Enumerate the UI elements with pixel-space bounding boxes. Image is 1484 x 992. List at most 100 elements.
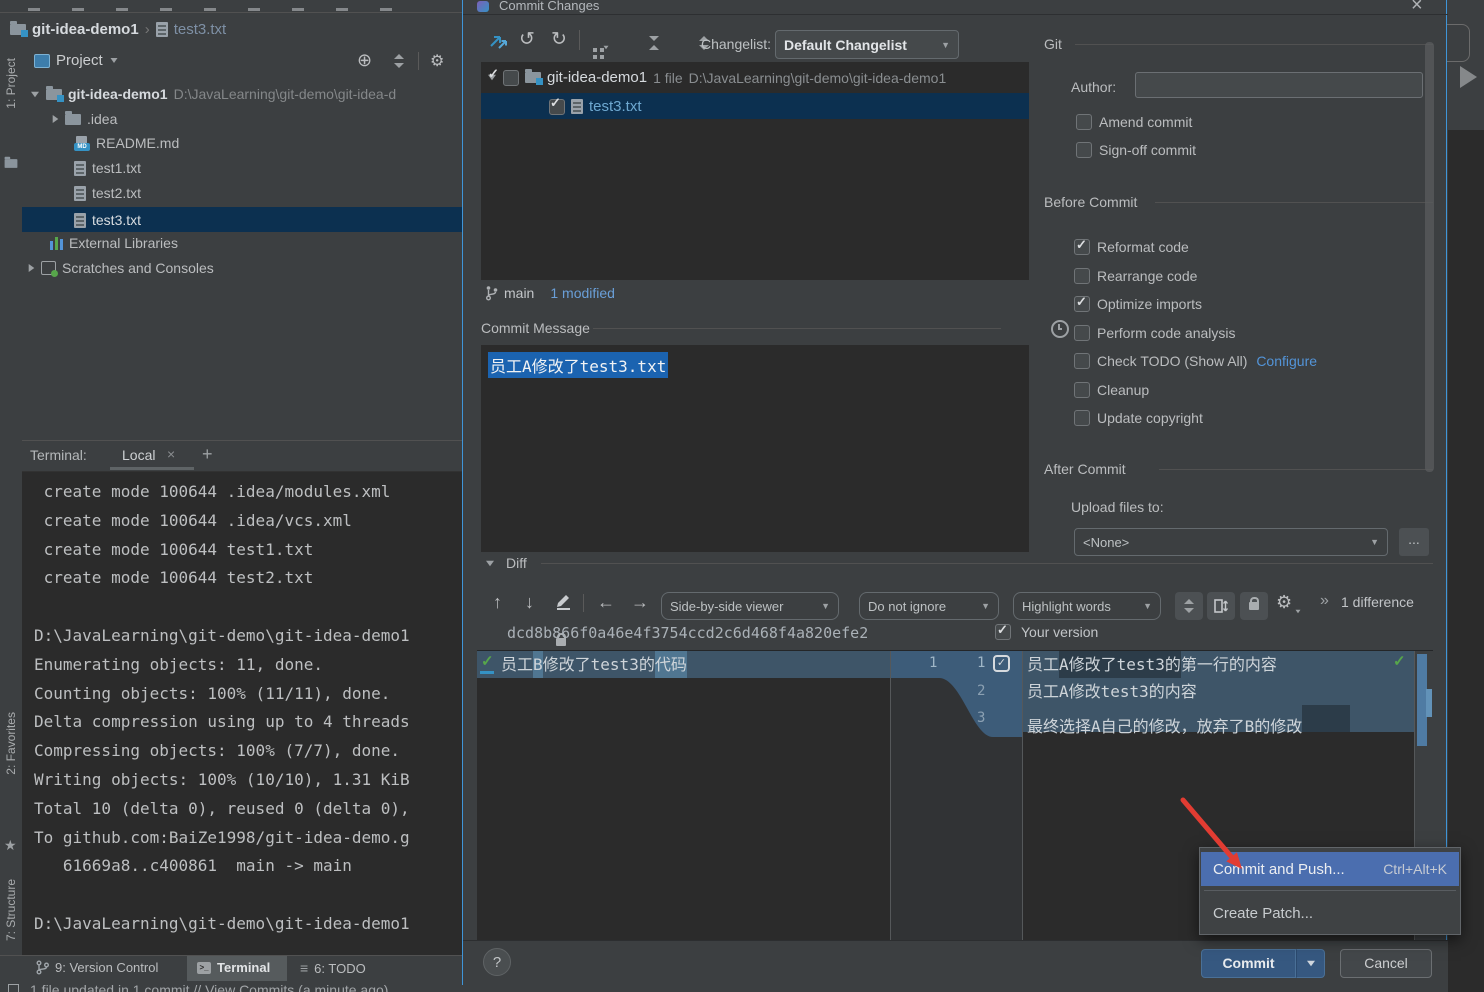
diff-settings-gear-icon[interactable]: ⚙ bbox=[1276, 592, 1292, 613]
folder-icon bbox=[65, 114, 81, 125]
rearrange-code-checkbox[interactable] bbox=[1074, 268, 1090, 284]
tree-row-root[interactable]: git-idea-demo1 D:\JavaLearning\git-demo\… bbox=[30, 86, 396, 102]
terminal-icon: >_ bbox=[197, 962, 211, 974]
new-terminal-tab-icon[interactable]: + bbox=[202, 444, 213, 465]
commit-button[interactable]: Commit bbox=[1201, 949, 1296, 978]
more-chevrons[interactable]: » bbox=[1320, 592, 1329, 610]
tree-row-idea[interactable]: .idea bbox=[52, 111, 117, 127]
signoff-commit-checkbox[interactable] bbox=[1076, 142, 1092, 158]
gear-caret-icon bbox=[1296, 610, 1301, 614]
your-version-checkbox[interactable] bbox=[995, 624, 1011, 640]
configure-link[interactable]: Configure bbox=[1256, 353, 1317, 369]
tree-row-scratches[interactable]: Scratches and Consoles bbox=[28, 260, 214, 276]
code-analysis-checkbox[interactable] bbox=[1074, 325, 1090, 341]
help-button[interactable]: ? bbox=[483, 948, 511, 976]
terminal-tab-local[interactable]: Local bbox=[122, 447, 155, 463]
modified-count-link[interactable]: 1 modified bbox=[550, 285, 615, 301]
synchronize-scrolling-button[interactable] bbox=[1207, 592, 1235, 620]
branch-name: main bbox=[504, 285, 534, 301]
disable-editing-button[interactable] bbox=[1240, 592, 1268, 620]
breadcrumb-project[interactable]: git-idea-demo1 bbox=[32, 21, 139, 38]
diff-collapse-icon[interactable] bbox=[486, 561, 494, 567]
collapsed-icon[interactable] bbox=[29, 264, 35, 272]
code-analysis-label: Perform code analysis bbox=[1097, 325, 1236, 341]
locate-icon[interactable]: ⊕ bbox=[357, 50, 372, 71]
menu-item-create-patch[interactable]: Create Patch... bbox=[1201, 896, 1459, 930]
chevron-down-icon[interactable] bbox=[110, 58, 117, 63]
chevron-down-icon: ▼ bbox=[813, 601, 830, 611]
diff-header: Diff bbox=[506, 555, 527, 571]
tree-row-test3-selected[interactable]: test3.txt bbox=[22, 207, 462, 232]
highlight-mode-dropdown[interactable]: Highlight words▼ bbox=[1013, 592, 1161, 620]
dialog-scrollbar[interactable] bbox=[1425, 42, 1434, 472]
stripe-favorites[interactable]: 2: Favorites bbox=[4, 712, 18, 775]
amend-commit-checkbox[interactable] bbox=[1076, 114, 1092, 130]
file-icon bbox=[156, 22, 168, 37]
include-change-checkbox[interactable]: ✓ bbox=[993, 655, 1010, 672]
viewer-mode-dropdown[interactable]: Side-by-side viewer▼ bbox=[661, 592, 839, 620]
tree-row-test2[interactable]: test2.txt bbox=[74, 185, 141, 201]
next-change-icon[interactable]: → bbox=[631, 592, 649, 613]
rollback-icon[interactable]: ↺ bbox=[519, 28, 535, 51]
stripe-structure[interactable]: 7: Structure bbox=[4, 879, 18, 941]
collapse-all-icon[interactable] bbox=[392, 54, 406, 68]
author-input[interactable] bbox=[1135, 72, 1423, 98]
dialog-bottom-bar: ? Commit Cancel bbox=[463, 940, 1448, 986]
root-checkbox[interactable] bbox=[503, 70, 519, 86]
cancel-button[interactable]: Cancel bbox=[1340, 949, 1432, 978]
ignore-policy-dropdown[interactable]: Do not ignore▼ bbox=[859, 592, 999, 620]
expanded-icon[interactable] bbox=[31, 91, 39, 97]
dialog-icon bbox=[477, 1, 489, 12]
history-clock-icon[interactable] bbox=[1051, 320, 1069, 338]
tab-terminal[interactable]: >_ Terminal bbox=[187, 956, 287, 982]
prev-change-icon[interactable]: ← bbox=[597, 592, 615, 613]
dialog-title: Commit Changes bbox=[499, 0, 599, 13]
git-branch-icon bbox=[36, 960, 49, 975]
breadcrumb-file[interactable]: test3.txt bbox=[174, 21, 227, 38]
diff-left-pane[interactable]: ✓ 员工B修改了test3的代码 bbox=[477, 651, 890, 941]
next-difference-icon[interactable]: ↓ bbox=[525, 592, 534, 613]
tree-row-external-libraries[interactable]: External Libraries bbox=[50, 235, 178, 251]
expand-all-icon[interactable] bbox=[647, 36, 661, 50]
group-by-icon[interactable] bbox=[593, 48, 597, 52]
tab-todo[interactable]: ≡ 6: TODO bbox=[300, 960, 366, 976]
project-view-title[interactable]: Project bbox=[56, 52, 103, 69]
edit-source-icon[interactable] bbox=[555, 590, 573, 610]
ide-screen: git-idea-demo1 › test3.txt 1: Project 2:… bbox=[0, 0, 1484, 992]
commit-icon[interactable] bbox=[487, 30, 509, 52]
upload-files-dropdown[interactable]: <None> ▼ bbox=[1074, 528, 1388, 556]
applied-check-icon[interactable]: ✓ bbox=[481, 652, 494, 670]
refresh-icon[interactable]: ↻ bbox=[551, 28, 567, 51]
tree-row-test1[interactable]: test1.txt bbox=[74, 160, 141, 176]
check-todo-checkbox[interactable] bbox=[1074, 353, 1090, 369]
branch-row: main 1 modified bbox=[485, 285, 615, 301]
collapse-unchanged-button[interactable] bbox=[1175, 592, 1203, 620]
commit-dropdown-button[interactable] bbox=[1296, 949, 1325, 978]
terminal-console[interactable]: create mode 100644 .idea/modules.xml cre… bbox=[34, 478, 462, 948]
tab-version-control[interactable]: 9: Version Control bbox=[36, 960, 158, 975]
changes-root-row[interactable]: git-idea-demo1 1 file D:\JavaLearning\gi… bbox=[487, 69, 946, 86]
changes-tree: git-idea-demo1 1 file D:\JavaLearning\gi… bbox=[481, 62, 1029, 280]
reformat-code-checkbox[interactable] bbox=[1074, 239, 1090, 255]
run-play-icon[interactable] bbox=[1460, 66, 1477, 88]
tab-close-icon[interactable]: × bbox=[167, 446, 175, 462]
previous-difference-icon[interactable]: ↑ bbox=[493, 592, 502, 613]
chevron-down-icon bbox=[1307, 961, 1315, 967]
git-branch-icon bbox=[485, 285, 498, 301]
stripe-project[interactable]: 1: Project bbox=[4, 58, 18, 109]
breadcrumb: git-idea-demo1 › test3.txt bbox=[0, 13, 462, 45]
update-copyright-checkbox[interactable] bbox=[1074, 410, 1090, 426]
file-checkbox[interactable] bbox=[549, 99, 565, 115]
applied-check-icon[interactable]: ✓ bbox=[1393, 652, 1406, 670]
changes-file-row-selected[interactable]: test3.txt bbox=[481, 93, 1029, 119]
tree-row-readme[interactable]: MD README.md bbox=[74, 135, 179, 151]
commit-message-editor[interactable]: 员工A修改了test3.txt bbox=[481, 345, 1029, 552]
cleanup-checkbox[interactable] bbox=[1074, 382, 1090, 398]
gear-icon[interactable]: ⚙ bbox=[430, 51, 444, 71]
browse-button[interactable]: ... bbox=[1399, 528, 1429, 556]
optimize-imports-checkbox[interactable] bbox=[1074, 296, 1090, 312]
changelist-dropdown[interactable]: Default Changelist ▼ bbox=[775, 30, 959, 59]
collapsed-icon[interactable] bbox=[53, 115, 59, 123]
check-todo-label: Check TODO (Show All) Configure bbox=[1097, 353, 1317, 369]
status-text: 1 file updated in 1 commit // View Commi… bbox=[30, 982, 388, 992]
